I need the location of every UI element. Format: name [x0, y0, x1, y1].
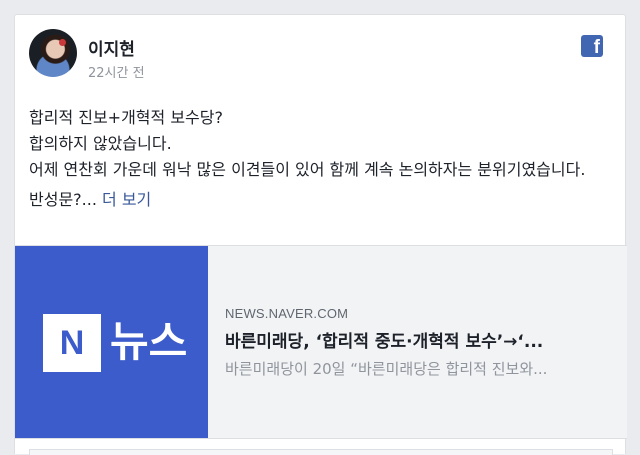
avatar[interactable] — [29, 29, 77, 77]
link-domain: NEWS.NAVER.COM — [225, 306, 349, 321]
post-teaser-line: 반성문?... 더 보기 — [29, 187, 611, 213]
see-more-link[interactable]: 더 보기 — [102, 190, 151, 209]
link-preview[interactable]: N 뉴스 NEWS.NAVER.COM 바른미래당, ‘합리적 중도·개혁적 보… — [15, 245, 627, 439]
link-description: 바른미래당이 20일 “바른미래당은 합리적 진보와... — [225, 360, 548, 378]
post-header: 이지현 22시간 전 f — [29, 29, 611, 89]
link-meta: NEWS.NAVER.COM 바른미래당, ‘합리적 중도·개혁적 보수’→‘.… — [225, 306, 613, 379]
link-title[interactable]: 바른미래당, ‘합리적 중도·개혁적 보수’→‘... — [225, 327, 613, 352]
author-name[interactable]: 이지현 — [88, 35, 135, 60]
post-line: 합의하지 않았습니다. — [29, 134, 172, 153]
naver-n-logo: N — [43, 314, 101, 372]
facebook-icon[interactable]: f — [581, 35, 603, 57]
news-wordmark: 뉴스 — [110, 317, 188, 366]
post-body: 합리적 진보+개혁적 보수당? 합의하지 않았습니다. 어제 연찬회 가운데 워… — [29, 105, 611, 213]
post-line: 합리적 진보+개혁적 보수당? — [29, 108, 223, 127]
link-thumbnail[interactable]: N 뉴스 — [15, 246, 208, 438]
post-line: 어제 연찬회 가운데 워낙 많은 이견들이 있어 함께 계속 논의하자는 분위기… — [29, 160, 586, 179]
reaction-bar-edge — [29, 449, 613, 455]
post-card: 이지현 22시간 전 f 합리적 진보+개혁적 보수당? 합의하지 않았습니다.… — [14, 14, 627, 455]
post-teaser: 반성문?... — [29, 190, 97, 209]
post-timestamp[interactable]: 22시간 전 — [88, 62, 145, 81]
